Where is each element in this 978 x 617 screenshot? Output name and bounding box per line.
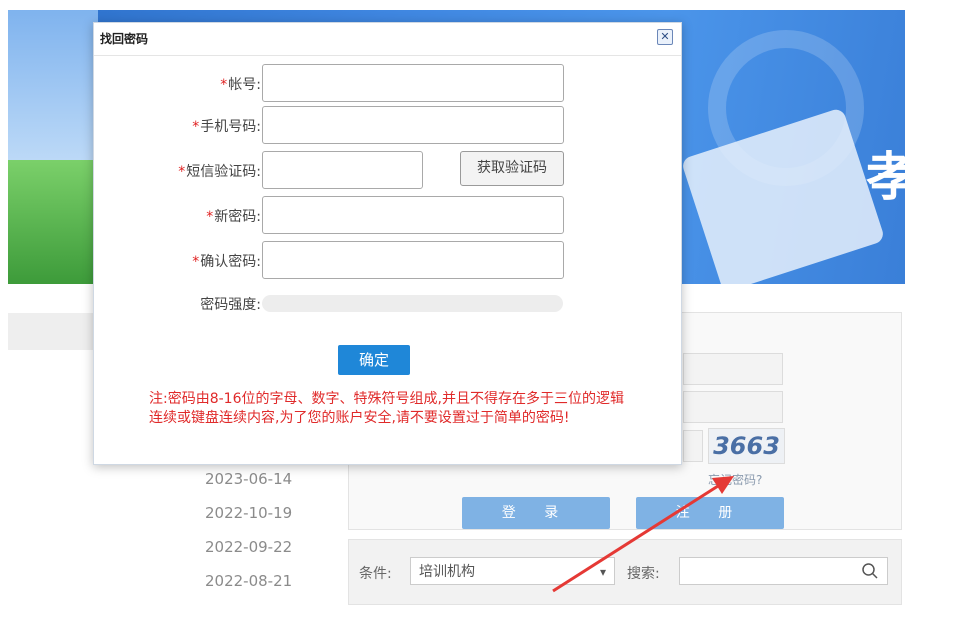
username-input[interactable] <box>683 353 783 385</box>
find-password-dialog: 找回密码 ✕ *帐号: *手机号码: *短信验证码: 获取验证码 *新密码: *… <box>93 22 682 465</box>
phone-label: 手机号码: <box>200 119 261 135</box>
list-item-date: 2023-06-14 <box>205 470 293 488</box>
dialog-header: 找回密码 ✕ <box>94 23 681 56</box>
captcha-input[interactable] <box>683 430 703 462</box>
phone-row: *手机号码: <box>94 106 681 144</box>
required-mark: * <box>220 77 228 93</box>
required-mark: * <box>206 209 214 225</box>
password-strength-bar <box>262 295 563 312</box>
required-mark: * <box>192 119 200 135</box>
account-row: *帐号: <box>94 64 681 102</box>
get-code-button[interactable]: 获取验证码 <box>460 151 564 186</box>
search-input[interactable] <box>679 557 888 585</box>
confirm-password-label: 确认密码: <box>200 254 261 270</box>
search-label: 搜索: <box>627 566 660 582</box>
forgot-password-link[interactable]: 忘记密码? <box>708 471 762 488</box>
new-password-row: *新密码: <box>94 196 681 234</box>
list-item-date: 2022-08-21 <box>205 572 293 590</box>
chevron-down-icon: ▾ <box>599 565 606 579</box>
new-password-label: 新密码: <box>214 209 261 225</box>
banner-decoration: 孝 <box>866 148 905 208</box>
strength-label: 密码强度: <box>200 297 261 313</box>
register-button[interactable]: 注 册 <box>636 497 784 529</box>
new-password-input[interactable] <box>262 196 564 234</box>
confirm-button[interactable]: 确定 <box>338 345 410 375</box>
close-icon[interactable]: ✕ <box>657 29 673 45</box>
sms-code-input[interactable] <box>262 151 423 189</box>
search-icon[interactable] <box>861 562 879 580</box>
required-mark: * <box>192 254 200 270</box>
condition-label: 条件: <box>359 566 392 582</box>
required-mark: * <box>178 164 186 180</box>
account-label: 帐号: <box>228 77 261 93</box>
list-item-date: 2022-10-19 <box>205 504 293 522</box>
dialog-title: 找回密码 <box>100 32 149 46</box>
password-note: 注:密码由8-16位的字母、数字、特殊符号组成,并且不得存在多于三位的逻辑连续或… <box>149 391 624 426</box>
sms-label: 短信验证码: <box>186 164 261 180</box>
login-button[interactable]: 登 录 <box>462 497 610 529</box>
captcha-image[interactable]: 3663 <box>708 428 785 464</box>
condition-select-value: 培训机构 <box>419 564 475 580</box>
account-input[interactable] <box>262 64 564 102</box>
confirm-password-row: *确认密码: <box>94 241 681 279</box>
password-input[interactable] <box>683 391 783 423</box>
phone-input[interactable] <box>262 106 564 144</box>
confirm-password-input[interactable] <box>262 241 564 279</box>
sms-row: *短信验证码: 获取验证码 <box>94 151 681 189</box>
condition-select[interactable]: 培训机构 ▾ <box>410 557 615 585</box>
list-item-date: 2022-09-22 <box>205 538 293 556</box>
